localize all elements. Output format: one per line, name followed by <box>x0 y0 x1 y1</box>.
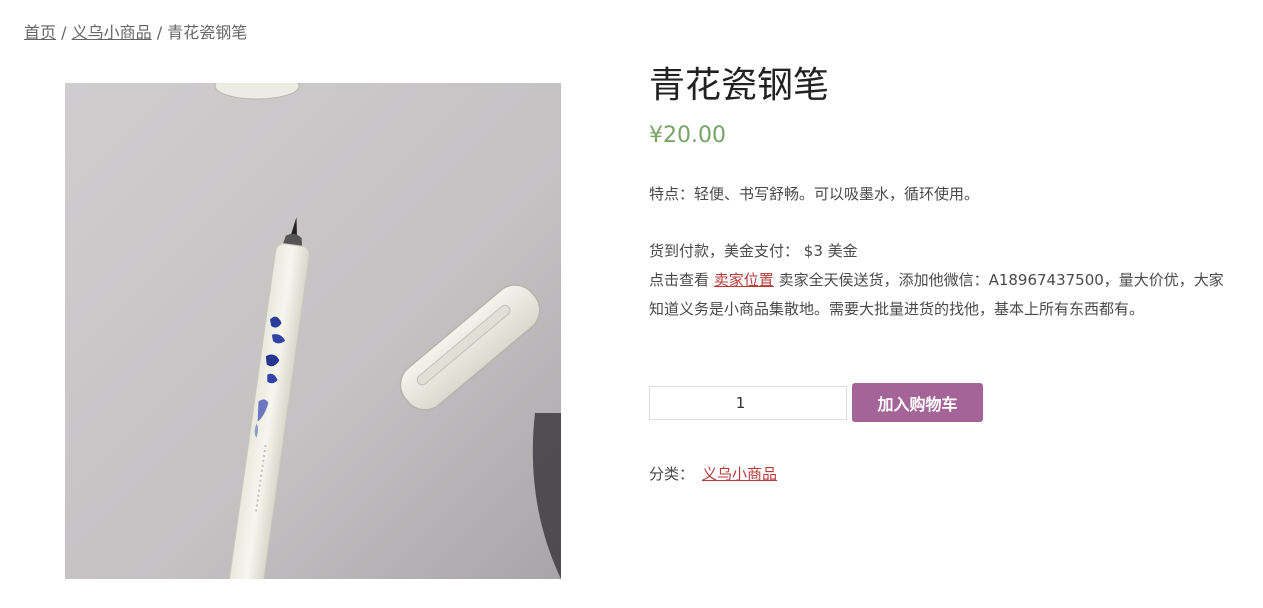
product-title: 青花瓷钢笔 <box>649 65 830 106</box>
quantity-input[interactable] <box>649 385 847 420</box>
payment-info: 货到付款，美金支付： $3 美金 <box>649 242 858 260</box>
breadcrumb-category-link[interactable]: 义乌小商品 <box>72 23 152 42</box>
contact-info: 点击查看 卖家位置 卖家全天侯送货，添加他微信：A18967437500，量大价… <box>649 266 1234 324</box>
seller-location-link[interactable]: 卖家位置 <box>714 271 774 289</box>
category-link[interactable]: 义乌小商品 <box>702 465 777 483</box>
product-meta: 分类： 义乌小商品 <box>649 462 777 486</box>
breadcrumb-current: 青花瓷钢笔 <box>167 23 248 42</box>
add-to-cart-button[interactable]: 加入购物车 <box>852 383 983 422</box>
product-price: ¥20.00 <box>649 123 726 148</box>
breadcrumb-separator: / <box>156 23 163 42</box>
add-to-cart-form: 加入购物车 <box>649 383 983 422</box>
product-description: 特点：轻便、书写舒畅。可以吸墨水，循环使用。 货到付款，美金支付： $3 美金 … <box>649 180 1234 324</box>
product-image[interactable] <box>65 83 561 579</box>
contact-prefix: 点击查看 <box>649 271 714 289</box>
product-summary: 青花瓷钢笔 ¥20.00 特点：轻便、书写舒畅。可以吸墨水，循环使用。 货到付款… <box>649 60 1234 324</box>
category-label: 分类： <box>649 465 695 483</box>
breadcrumb: 首页 / 义乌小商品 / 青花瓷钢笔 <box>24 22 247 44</box>
product-features: 特点：轻便、书写舒畅。可以吸墨水，循环使用。 <box>649 185 980 203</box>
fountain-pen-photo-icon <box>65 83 561 579</box>
breadcrumb-home-link[interactable]: 首页 <box>24 23 56 42</box>
breadcrumb-separator: / <box>61 23 67 42</box>
